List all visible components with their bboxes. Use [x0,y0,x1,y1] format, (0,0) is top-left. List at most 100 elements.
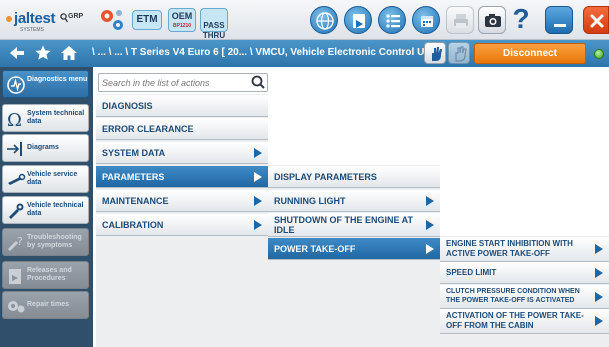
chevron-right-icon [595,316,603,326]
wrench-icon [8,173,26,185]
sidebar-item-label: Diagrams [27,144,59,151]
list-button[interactable] [378,6,406,34]
diagnostics-icon [7,76,25,94]
svg-text:Ω: Ω [7,110,22,129]
menu-item-shutdown-engine-idle[interactable]: SHUTDOWN OF THE ENGINE AT IDLE [268,213,440,237]
sidebar-item-diagrams[interactable]: Diagrams [2,134,89,162]
pass-thru-label: PASS THRU [202,21,226,40]
pass-thru-button[interactable]: PASS THRU [200,8,228,40]
globe-button[interactable] [310,6,338,34]
search-input[interactable] [102,76,242,90]
left-sidebar: Diagnostics menu Ω System technical data… [0,67,93,347]
sidebar-item-troubleshooting[interactable]: ? Troubleshooting by symptoms [2,228,89,256]
navigation-bar: \ ... \ ... \ T Series V4 Euro 6 [ 20...… [0,40,609,67]
diagram-icon [7,142,22,156]
oem-sublabel: BP1210 [172,23,192,29]
menu-item-label: CALIBRATION [102,220,164,230]
logo-subtitle: SYSTEMS [20,27,44,33]
chevron-right-icon [426,244,434,254]
sidebar-item-diagnostics-menu[interactable]: Diagnostics menu [2,70,89,98]
minimize-icon [554,24,566,27]
menu-item-display-parameters[interactable]: DISPLAY PARAMETERS [268,166,440,188]
grp-label: GRP [68,13,84,20]
menu-item-calibration[interactable]: CALIBRATION [96,214,268,236]
menu-item-clutch-pressure-condition[interactable]: CLUTCH PRESSURE CONDITION WHEN THE POWER… [440,285,609,309]
sidebar-item-label: Repair times [27,301,70,308]
camera-icon [485,14,501,27]
help-button[interactable]: ? [509,4,533,34]
calendar-button[interactable] [412,6,440,34]
connection-status-led [594,49,604,59]
action-search-box [98,73,268,92]
back-arrow-icon[interactable] [8,44,26,62]
close-button[interactable] [583,6,609,34]
printer-icon [454,14,468,28]
menu-item-activation-from-cabin[interactable]: ACTIVATION OF THE POWER TAKE-OFF FROM TH… [440,309,609,334]
home-icon[interactable] [60,44,78,62]
sidebar-item-releases-procedures[interactable]: Releases and Procedures [2,261,89,289]
minimize-button[interactable] [545,6,573,34]
menu-item-label: DIAGNOSIS [102,101,153,111]
hand-tool-button[interactable] [424,42,446,64]
jaltest-logo: jaltest SYSTEMS [4,4,64,36]
menu-item-label: ACTIVATION OF THE POWER TAKE-OFF FROM TH… [446,311,584,330]
menu-item-label: MAINTENANCE [102,196,169,206]
menu-item-label: PARAMETERS [102,172,165,182]
menu-item-system-data[interactable]: SYSTEM DATA [96,142,268,164]
oem-label: OEM [171,11,193,21]
grp-button[interactable]: GRP [60,8,96,32]
search-icon[interactable] [248,74,268,91]
favorites-star-icon[interactable] [34,44,52,62]
sidebar-item-label: Troubleshooting by symptoms [27,234,82,249]
sidebar-item-repair-times[interactable]: Repair times [2,291,89,319]
menu-item-label: ENGINE START INHIBITION WITH ACTIVE POWE… [446,239,573,258]
omega-icon: Ω [7,110,22,129]
gear-icon [101,10,123,30]
menu-item-maintenance[interactable]: MAINTENANCE [96,190,268,212]
menu-item-label: SHUTDOWN OF THE ENGINE AT IDLE [274,215,413,235]
list-icon [386,14,400,28]
chevron-right-icon [595,244,603,254]
svg-text:?: ? [17,235,23,248]
menu-item-engine-start-inhibition[interactable]: ENGINE START INHIBITION WITH ACTIVE POWE… [440,237,609,262]
disconnect-button[interactable]: Disconnect [474,43,586,64]
camera-button[interactable] [478,6,506,34]
sidebar-item-vehicle-service-data[interactable]: Vehicle service data [2,165,89,193]
troubleshoot-icon: ? [8,235,23,251]
document-view-button[interactable] [344,6,372,34]
oem-button[interactable]: OEM BP1210 [168,8,196,32]
tools-icon [9,203,24,219]
document-icon [353,14,365,28]
release-icon [9,269,21,284]
print-button[interactable] [446,6,474,34]
menu-item-power-take-off[interactable]: POWER TAKE-OFF [268,238,440,260]
menu-item-error-clearance[interactable]: ERROR CLEARANCE [96,118,268,140]
chevron-right-icon [595,292,603,302]
settings-button[interactable] [98,6,126,34]
chevron-right-icon [254,172,262,182]
etm-label: ETM [136,14,158,25]
menu-item-parameters[interactable]: PARAMETERS [96,166,268,188]
help-icon: ? [512,3,530,34]
sidebar-item-system-technical-data[interactable]: Ω System technical data [2,104,89,132]
repair-icon [8,301,25,313]
hand-release-button[interactable] [448,42,470,64]
menu-level-1: DIAGNOSIS ERROR CLEARANCE SYSTEM DATA PA… [96,94,268,347]
chevron-right-icon [254,148,262,158]
sidebar-item-label: Vehicle service data [27,171,78,186]
menu-item-speed-limit[interactable]: SPEED LIMIT [440,262,609,284]
sidebar-item-label: Releases and Procedures [27,267,72,282]
disconnect-label: Disconnect [503,48,557,59]
menu-item-running-light[interactable]: RUNNING LIGHT [268,190,440,212]
menu-item-label: SPEED LIMIT [446,268,497,277]
menu-item-diagnosis[interactable]: DIAGNOSIS [96,95,268,117]
menu-item-label: DISPLAY PARAMETERS [274,172,377,182]
chevron-right-icon [426,196,434,206]
etm-button[interactable]: ETM [132,10,162,30]
breadcrumb-path: \ ... \ ... \ T Series V4 Euro 6 [ 20...… [92,47,437,58]
menu-level-2: DISPLAY PARAMETERS RUNNING LIGHT SHUTDOW… [268,165,440,347]
main-toolbar: jaltest SYSTEMS GRP ETM OEM BP1210 PASS … [0,0,609,40]
sidebar-item-label: System technical data [27,110,85,125]
menu-level-3: ENGINE START INHIBITION WITH ACTIVE POWE… [440,236,609,347]
sidebar-item-vehicle-technical-data[interactable]: Vehicle technical data [2,196,89,224]
